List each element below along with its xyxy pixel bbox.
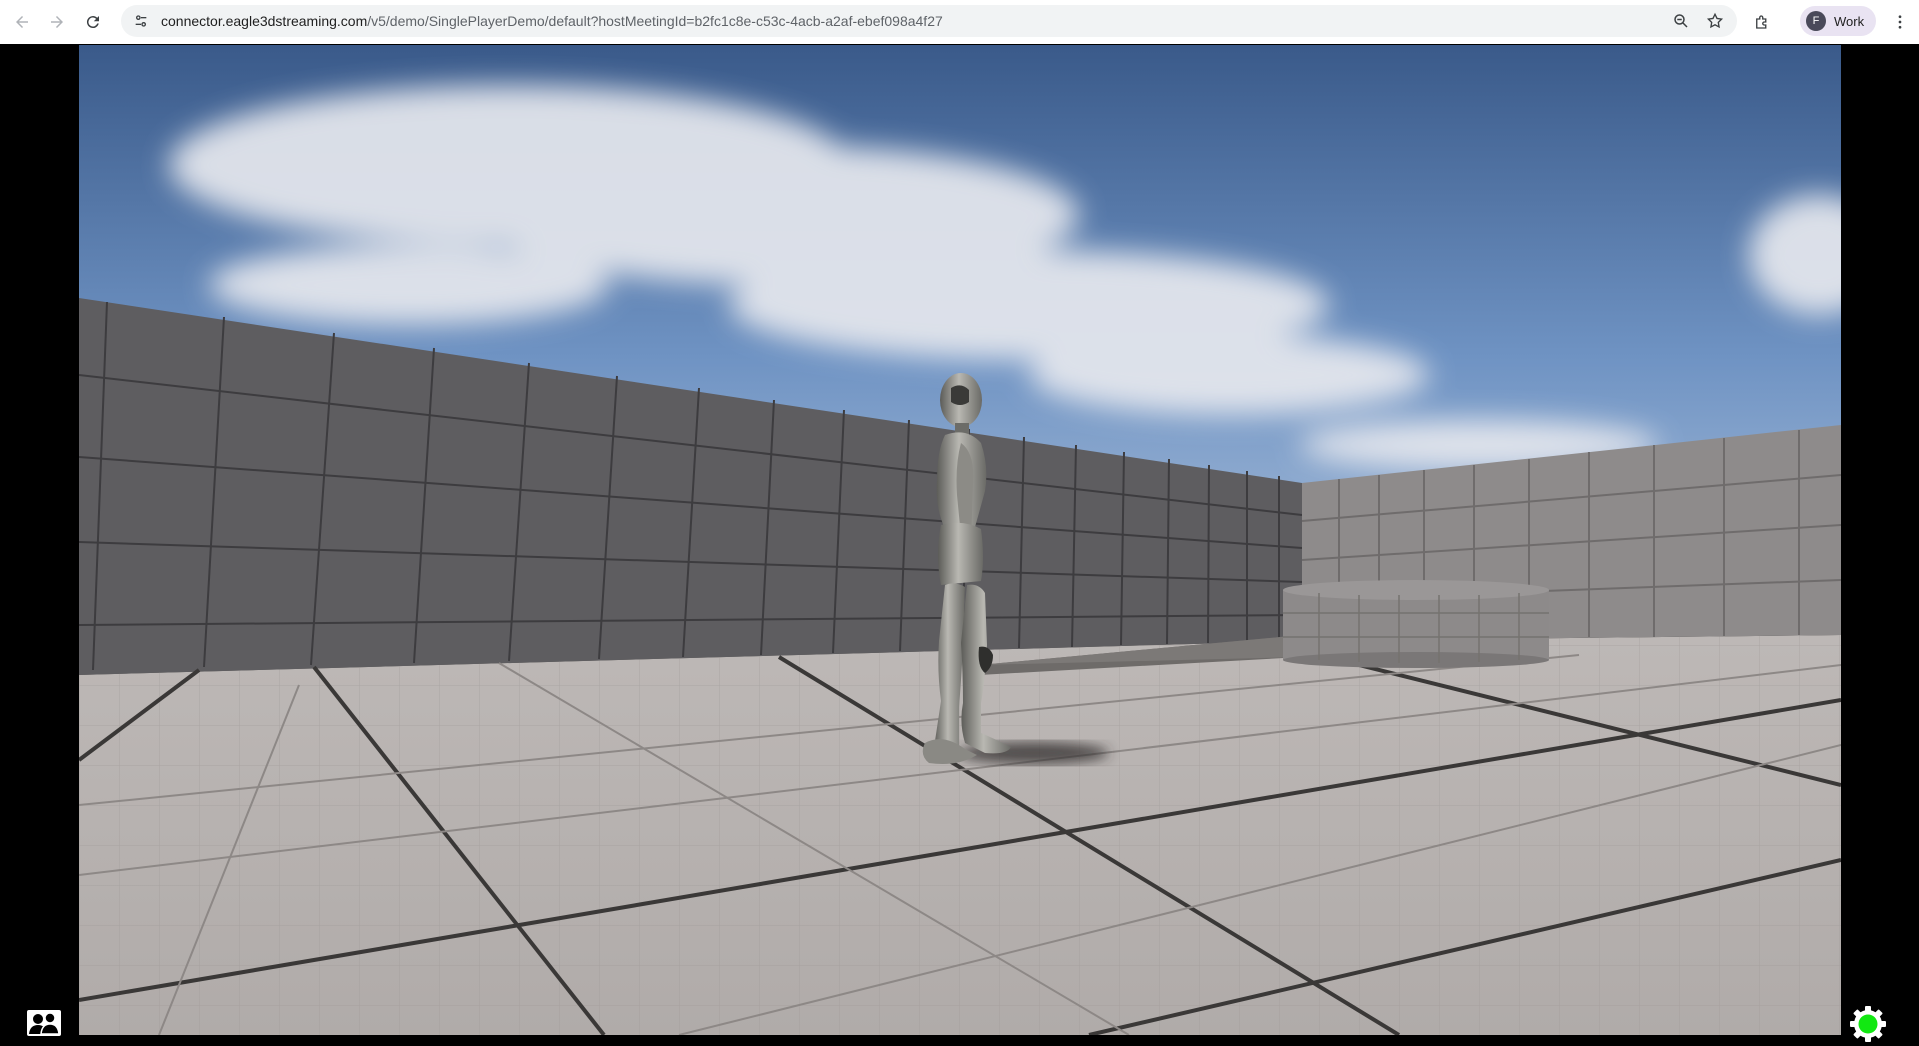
connection-status-indicator — [1858, 1014, 1878, 1034]
url-host: connector.eagle3dstreaming.com — [161, 13, 368, 29]
stream-viewport[interactable] — [0, 44, 1919, 1042]
url-path: /v5/demo/SinglePlayerDemo/default?hostMe… — [367, 13, 943, 29]
kebab-menu-icon — [1898, 15, 1902, 29]
reload-button[interactable] — [79, 8, 107, 36]
address-bar[interactable]: connector.eagle3dstreaming.com/v5/demo/S… — [121, 5, 1737, 37]
arrow-left-icon — [16, 16, 28, 28]
gear-icon — [1850, 1006, 1886, 1042]
profile-button[interactable]: F Work — [1800, 6, 1877, 36]
participants-button[interactable] — [22, 1001, 66, 1045]
arrow-right-icon — [51, 16, 63, 28]
site-info-button[interactable] — [127, 7, 155, 35]
zoom-icon — [1674, 14, 1688, 28]
scene-render — [79, 45, 1841, 1035]
forward-button[interactable] — [43, 8, 71, 36]
stream-settings-button[interactable] — [1846, 1002, 1890, 1046]
browser-menu-button[interactable] — [1886, 8, 1914, 36]
back-button[interactable] — [8, 8, 36, 36]
3d-scene-view[interactable] — [79, 45, 1841, 1035]
puzzle-icon — [1756, 15, 1767, 29]
profile-label: Work — [1834, 13, 1865, 29]
avatar: F — [1806, 11, 1826, 31]
extensions-button[interactable] — [1748, 8, 1776, 36]
browser-toolbar: connector.eagle3dstreaming.com/v5/demo/S… — [0, 0, 1919, 44]
users-icon — [27, 1010, 61, 1036]
star-icon — [1706, 12, 1724, 29]
bookmark-button[interactable] — [1701, 7, 1729, 35]
url-text: connector.eagle3dstreaming.com/v5/demo/S… — [161, 13, 943, 29]
zoom-button[interactable] — [1667, 7, 1695, 35]
reload-icon — [86, 16, 99, 29]
tune-icon — [135, 15, 147, 27]
